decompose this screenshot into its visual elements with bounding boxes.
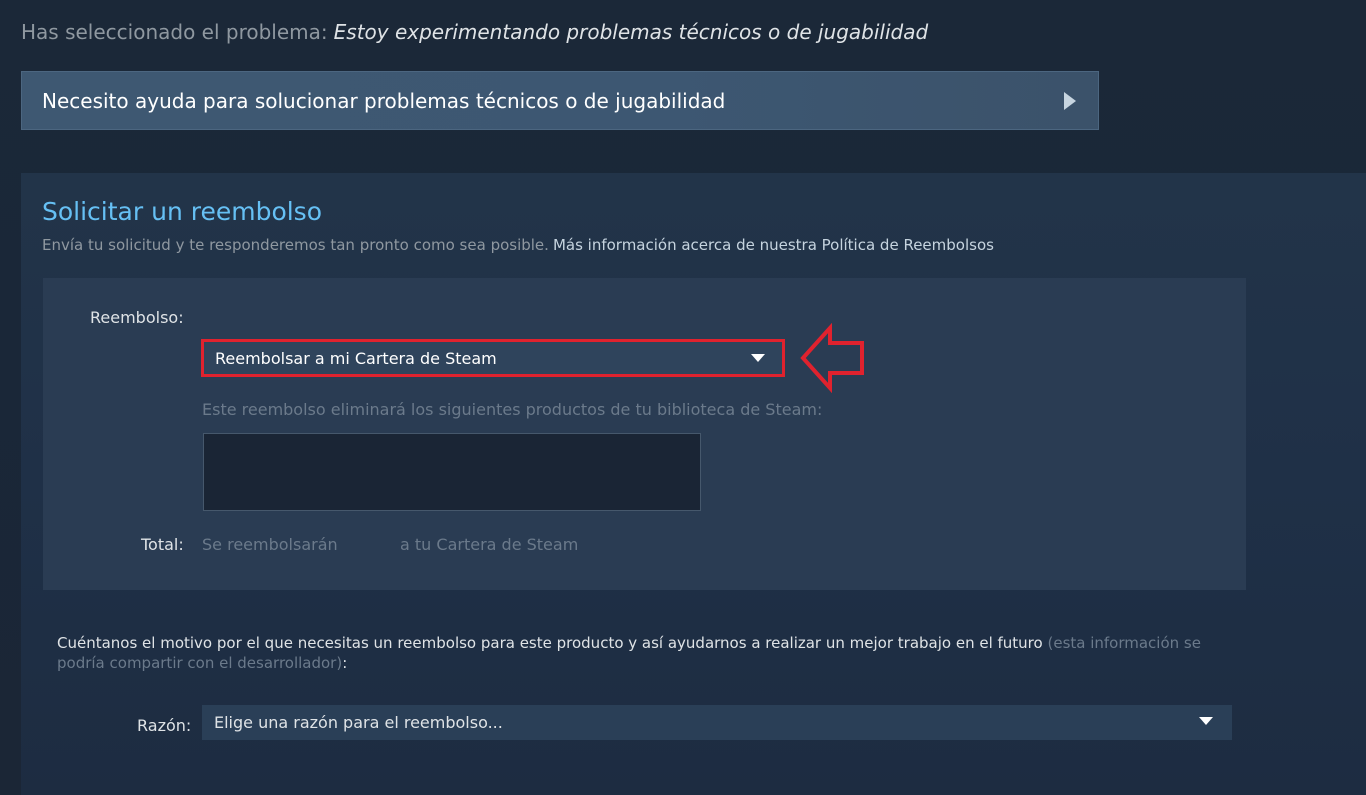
products-list-box xyxy=(203,433,701,511)
remove-products-note: Este reembolso eliminará los siguientes … xyxy=(202,400,823,419)
chevron-down-icon xyxy=(1199,717,1213,725)
total-text-part2: a tu Cartera de Steam xyxy=(400,535,579,554)
refund-method-value: Reembolsar a mi Cartera de Steam xyxy=(215,349,497,368)
chevron-down-icon xyxy=(751,354,765,362)
total-label: Total: xyxy=(141,535,184,554)
reason-select[interactable]: Elige una razón para el reembolso... xyxy=(202,705,1232,740)
section-title: Solicitar un reembolso xyxy=(42,197,323,226)
reason-label: Razón: xyxy=(137,716,192,735)
refund-request-section: Solicitar un reembolso Envía tu solicitu… xyxy=(21,173,1366,795)
help-troubleshoot-label: Necesito ayuda para solucionar problemas… xyxy=(42,89,726,113)
reason-select-value: Elige una razón para el reembolso... xyxy=(214,713,503,732)
refund-method-select[interactable]: Reembolsar a mi Cartera de Steam xyxy=(201,339,785,377)
reason-intro-end: : xyxy=(342,654,348,672)
total-text-part1: Se reembolsarán xyxy=(202,535,338,554)
refund-options-box: Reembolso: Reembolsar a mi Cartera de St… xyxy=(43,278,1246,590)
selected-problem-line: Has seleccionado el problema: Estoy exper… xyxy=(21,20,928,44)
section-description: Envía tu solicitud y te responderemos ta… xyxy=(42,236,994,254)
play-arrow-icon xyxy=(1064,92,1076,110)
refund-policy-link[interactable]: Más información acerca de nuestra Políti… xyxy=(553,236,994,254)
red-arrow-icon xyxy=(800,323,864,393)
reason-intro-text: Cuéntanos el motivo por el que necesitas… xyxy=(57,634,1043,652)
help-troubleshoot-button[interactable]: Necesito ayuda para solucionar problemas… xyxy=(21,71,1099,130)
selected-problem-prefix: Has seleccionado el problema: xyxy=(21,20,328,44)
refund-method-label: Reembolso: xyxy=(90,308,184,327)
selected-problem-value: Estoy experimentando problemas técnicos … xyxy=(333,20,929,44)
description-text: Envía tu solicitud y te responderemos ta… xyxy=(42,236,549,254)
reason-intro: Cuéntanos el motivo por el que necesitas… xyxy=(57,633,1217,673)
